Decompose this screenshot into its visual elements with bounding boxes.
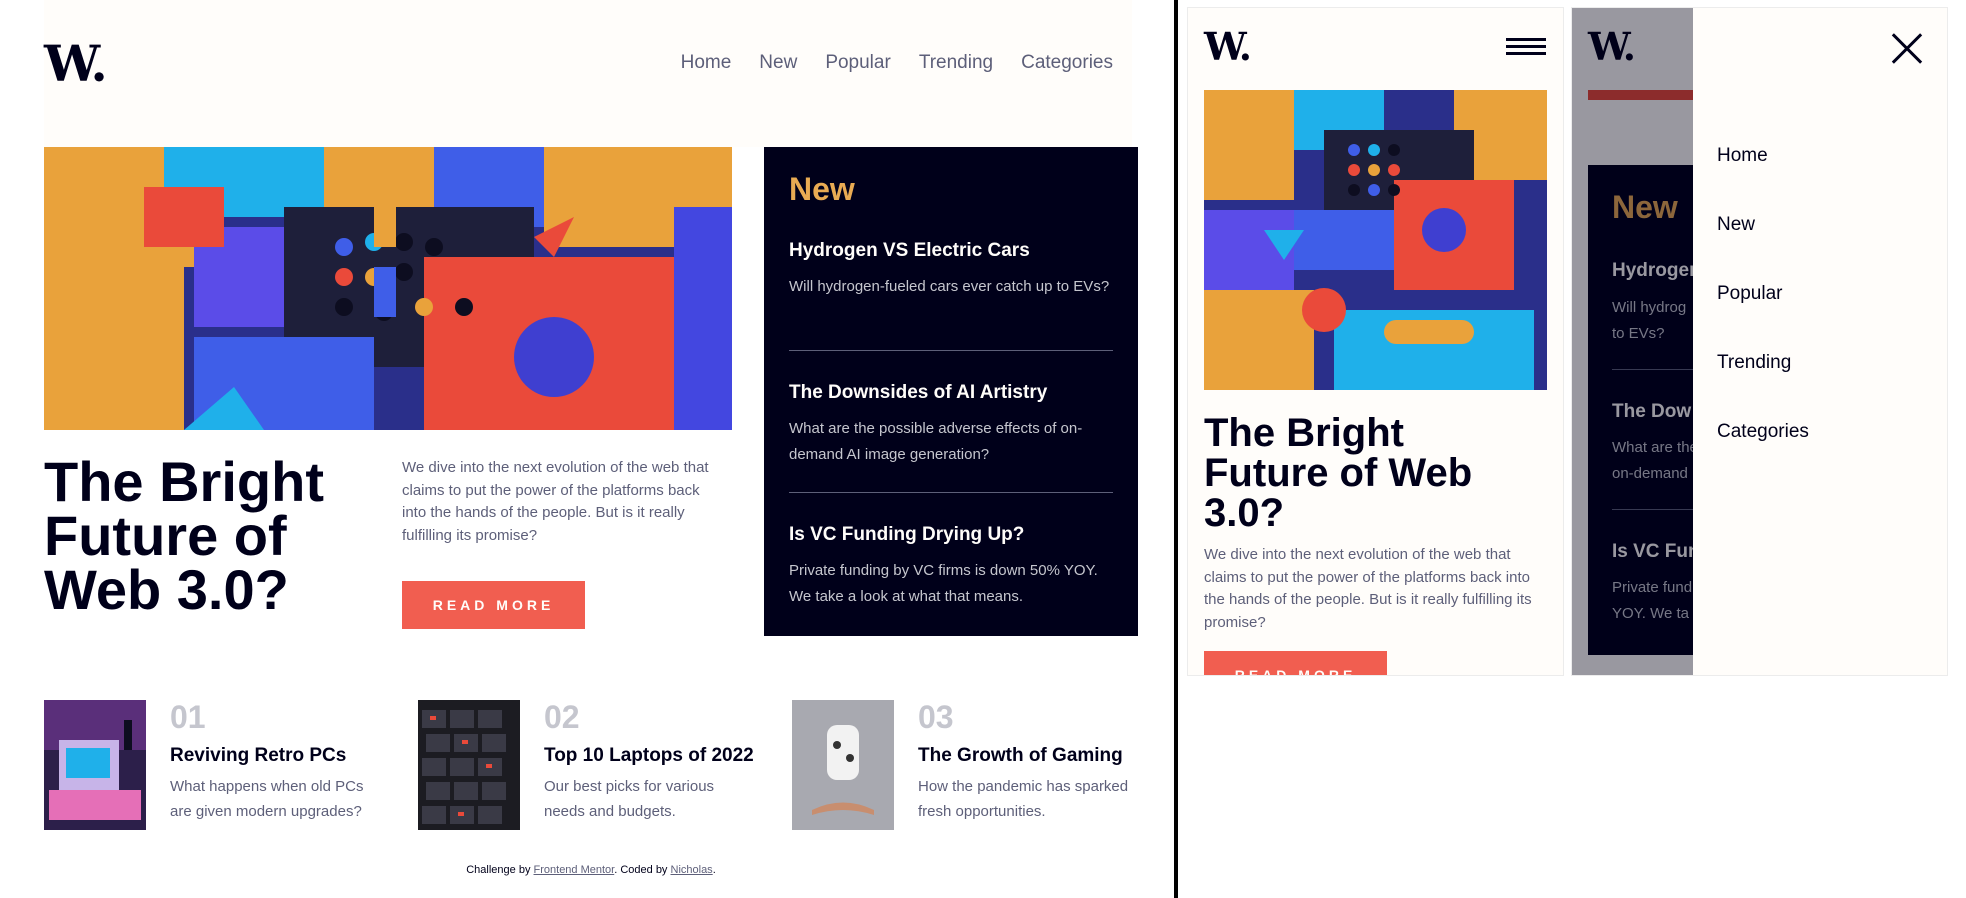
card-number: 01	[170, 699, 206, 735]
mobile-side-menu: Home New Popular Trending Categories	[1693, 8, 1947, 675]
read-more-button[interactable]: READ MORE	[402, 581, 585, 629]
hero-description: We dive into the next evolution of the w…	[402, 459, 709, 544]
card-title[interactable]: The Growth of Gaming	[918, 745, 1123, 767]
new-item-text: Will hydrogen-fueled cars ever catch up …	[789, 278, 1110, 295]
hero-title: The Bright Future of Web 3.0?	[44, 450, 324, 621]
footer-middle: . Coded by	[614, 864, 671, 876]
footer-prefix: Challenge by	[466, 864, 534, 876]
mobile-menu-preview: W. New Hydrogen Will hydrog to EVs? The …	[1572, 8, 1947, 675]
card-description: What happens when old PCs are given mode…	[170, 778, 364, 820]
hero-description: We dive into the next evolution of the w…	[1204, 546, 1532, 631]
nav-trending[interactable]: Trending	[919, 52, 993, 74]
mobile-preview: W. The Bright Future of Web 3.0? We dive…	[1188, 8, 1563, 675]
menu-categories[interactable]: Categories	[1717, 421, 1809, 443]
menu-popular[interactable]: Popular	[1717, 283, 1783, 305]
hero-title: The Bright Future of Web 3.0?	[1204, 411, 1473, 535]
frontend-mentor-link[interactable]: Frontend Mentor	[534, 864, 615, 876]
footer-suffix: .	[712, 864, 716, 876]
main-nav: Home New Popular Trending Categories	[681, 52, 1113, 74]
hero-image	[44, 147, 732, 430]
card-description: How the pandemic has sparked fresh oppor…	[918, 778, 1129, 820]
laptops-image	[418, 700, 520, 830]
nav-home[interactable]: Home	[681, 52, 732, 74]
retro-pcs-image	[44, 700, 146, 830]
nav-popular[interactable]: Popular	[825, 52, 891, 74]
new-item-title[interactable]: Is VC Funding Drying Up?	[789, 524, 1113, 546]
logo[interactable]: W.	[44, 34, 108, 93]
divider	[789, 350, 1113, 351]
card-title[interactable]: Top 10 Laptops of 2022	[544, 745, 754, 767]
nav-new[interactable]: New	[759, 52, 797, 74]
menu-trending[interactable]: Trending	[1717, 352, 1791, 374]
attribution-footer: Challenge by Frontend Mentor. Coded by N…	[44, 864, 1138, 876]
card-number: 02	[544, 699, 580, 735]
gaming-image	[792, 700, 894, 830]
mobile-logo[interactable]: W.	[1204, 24, 1252, 69]
new-heading: New	[789, 171, 855, 207]
author-link[interactable]: Nicholas	[671, 864, 713, 876]
new-item-title[interactable]: Hydrogen VS Electric Cars	[789, 240, 1113, 262]
new-panel: New Hydrogen VS Electric Cars Will hydro…	[764, 147, 1138, 636]
card-number: 03	[918, 699, 954, 735]
new-item[interactable]: The Downsides of AI Artistry What are th…	[789, 382, 1113, 468]
close-icon[interactable]	[1891, 32, 1923, 64]
divider	[789, 492, 1113, 493]
new-item[interactable]: Is VC Funding Drying Up? Private funding…	[789, 524, 1113, 610]
new-item[interactable]: Hydrogen VS Electric Cars Will hydrogen-…	[789, 240, 1113, 300]
vertical-divider	[1174, 0, 1178, 898]
hero-image-mobile	[1204, 90, 1547, 390]
hamburger-menu-icon[interactable]	[1506, 38, 1546, 56]
read-more-button[interactable]: READ MORE	[1204, 651, 1387, 675]
new-item-text: Private funding by VC firms is down 50% …	[789, 562, 1098, 605]
nav-categories[interactable]: Categories	[1021, 52, 1113, 74]
new-item-text: What are the possible adverse effects of…	[789, 420, 1083, 463]
card-title[interactable]: Reviving Retro PCs	[170, 745, 346, 767]
card-description: Our best picks for various needs and bud…	[544, 778, 715, 820]
menu-new[interactable]: New	[1717, 214, 1755, 236]
new-item-title[interactable]: The Downsides of AI Artistry	[789, 382, 1113, 404]
menu-home[interactable]: Home	[1717, 145, 1768, 167]
